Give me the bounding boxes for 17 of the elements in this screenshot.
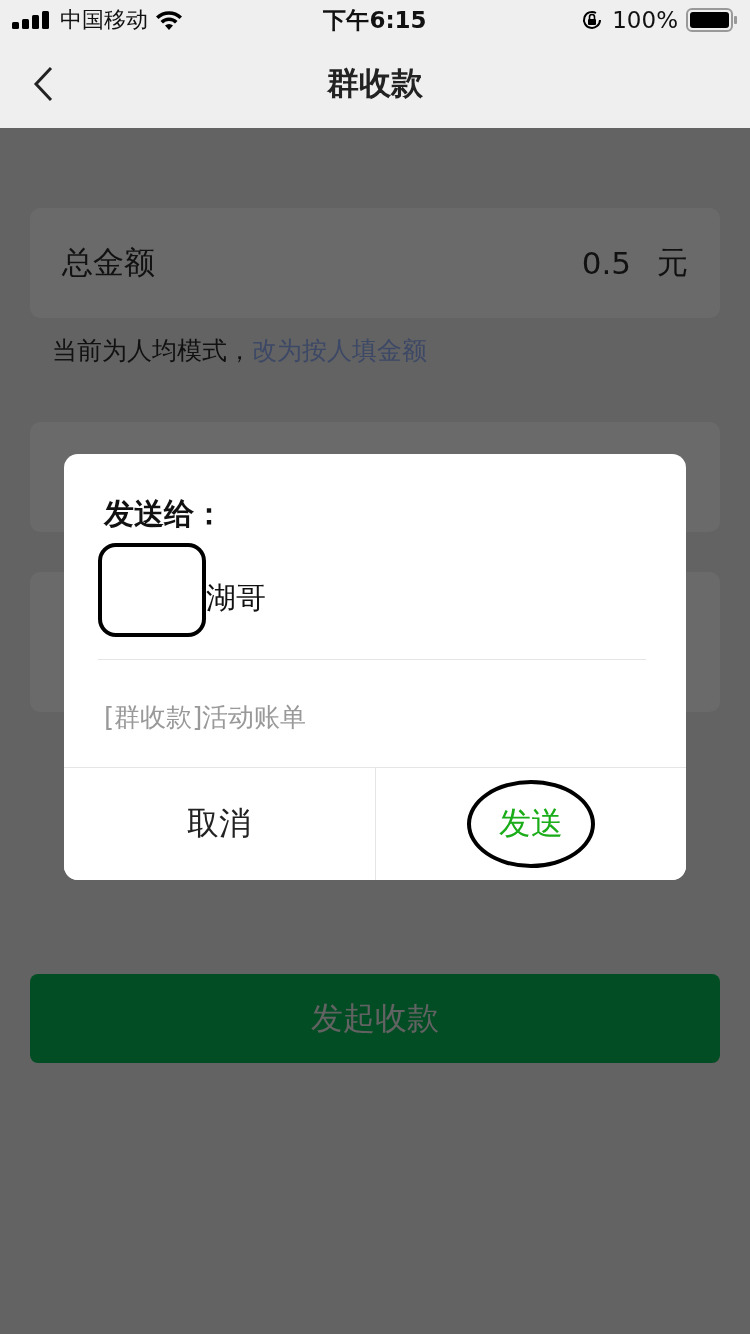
signal-icon <box>12 11 52 29</box>
wifi-icon <box>156 10 182 30</box>
back-icon[interactable] <box>32 66 54 102</box>
amount-value[interactable]: 0.5 <box>581 245 631 281</box>
dialog-title: 发送给： <box>104 495 225 533</box>
amount-unit: 元 <box>657 243 688 282</box>
amount-label: 总金额 <box>62 243 156 282</box>
status-time: 下午6:15 <box>323 5 427 35</box>
recipient-name: 湖哥 <box>206 578 266 617</box>
send-button[interactable]: 发送 <box>374 768 686 880</box>
carrier-name: 中国移动 <box>60 6 148 34</box>
battery-icon <box>686 8 738 32</box>
mode-note: 当前为人均模式， <box>52 336 252 365</box>
dialog-message: [群收款]活动账单 <box>104 701 308 734</box>
battery-percent: 100% <box>612 7 678 33</box>
page-title: 群收款 <box>327 63 423 104</box>
submit-button[interactable]: 发起收款 <box>30 974 720 1063</box>
